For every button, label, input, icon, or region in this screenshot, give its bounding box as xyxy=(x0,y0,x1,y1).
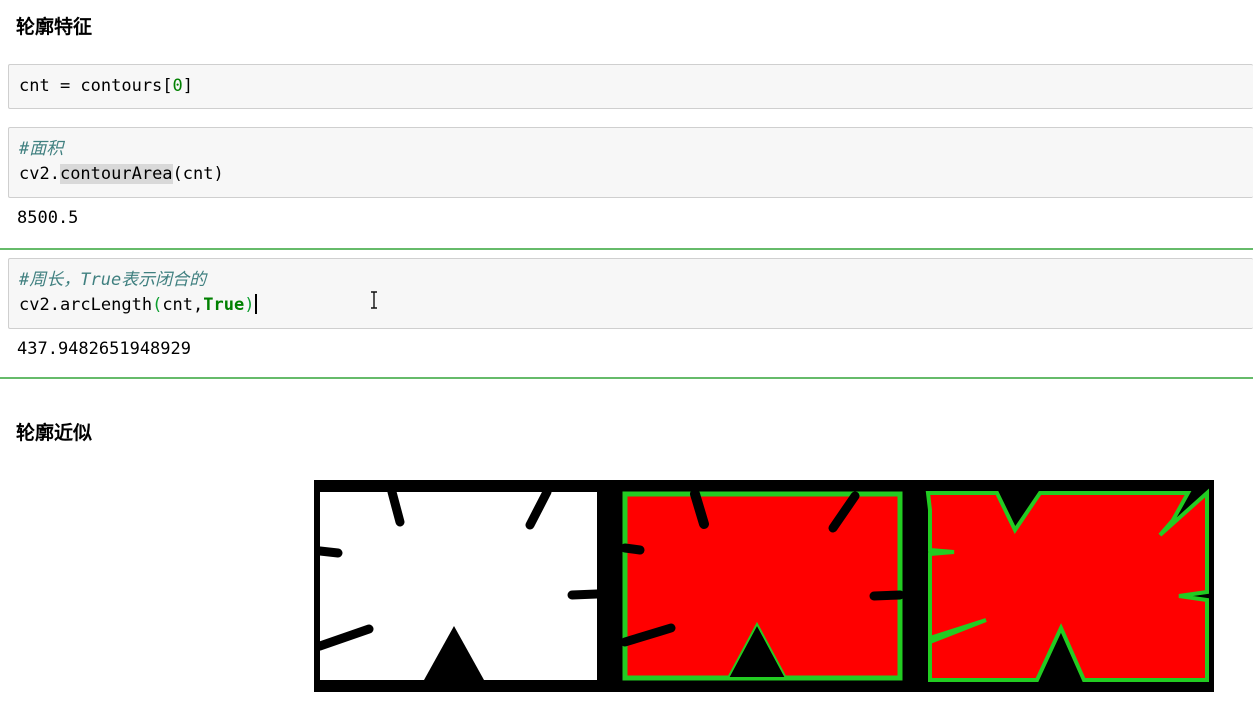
highlighted-function-name: contourArea xyxy=(59,164,173,184)
text-caret xyxy=(255,294,258,314)
code-line: cv2.contourArea(cnt) xyxy=(19,162,1253,187)
code-cell-contours[interactable]: cnt = contours[0] xyxy=(8,64,1253,109)
code-comment: #面积 xyxy=(19,139,64,159)
code-text: cv2.arcLength xyxy=(19,295,153,315)
code-text: cnt = contours[ xyxy=(19,76,173,96)
code-comment: #周长，True表示闭合的 xyxy=(19,270,207,290)
code-line: cv2.arcLength(cnt,True) xyxy=(19,293,1253,318)
cell-separator xyxy=(0,377,1253,379)
code-text: (cnt) xyxy=(172,164,224,184)
cell-separator xyxy=(0,248,1253,250)
contour-drawn-panel xyxy=(620,489,905,681)
section-heading-contour-features: 轮廓特征 xyxy=(16,16,93,38)
code-cell-arc-length[interactable]: #周长，True表示闭合的 cv2.arcLength(cnt,True) xyxy=(8,258,1253,329)
code-bracket: ) xyxy=(244,295,255,315)
output-contour-area: 8500.5 xyxy=(17,208,79,228)
code-keyword: True xyxy=(203,295,245,315)
code-text: ] xyxy=(182,76,194,96)
code-text: cnt, xyxy=(162,295,204,315)
section-heading-contour-approximation: 轮廓近似 xyxy=(16,422,93,444)
output-arc-length: 437.9482651948929 xyxy=(17,339,191,359)
text-ibeam-cursor-icon xyxy=(371,291,377,309)
code-number: 0 xyxy=(172,76,183,96)
code-cell-contour-area[interactable]: #面积 cv2.contourArea(cnt) xyxy=(8,127,1253,198)
code-line: cnt = contours[0] xyxy=(19,74,1253,99)
code-bracket: ( xyxy=(152,295,163,315)
contour-approximation-figure xyxy=(314,480,1214,692)
binary-image-panel xyxy=(315,487,602,680)
code-text: cv2. xyxy=(19,164,60,184)
